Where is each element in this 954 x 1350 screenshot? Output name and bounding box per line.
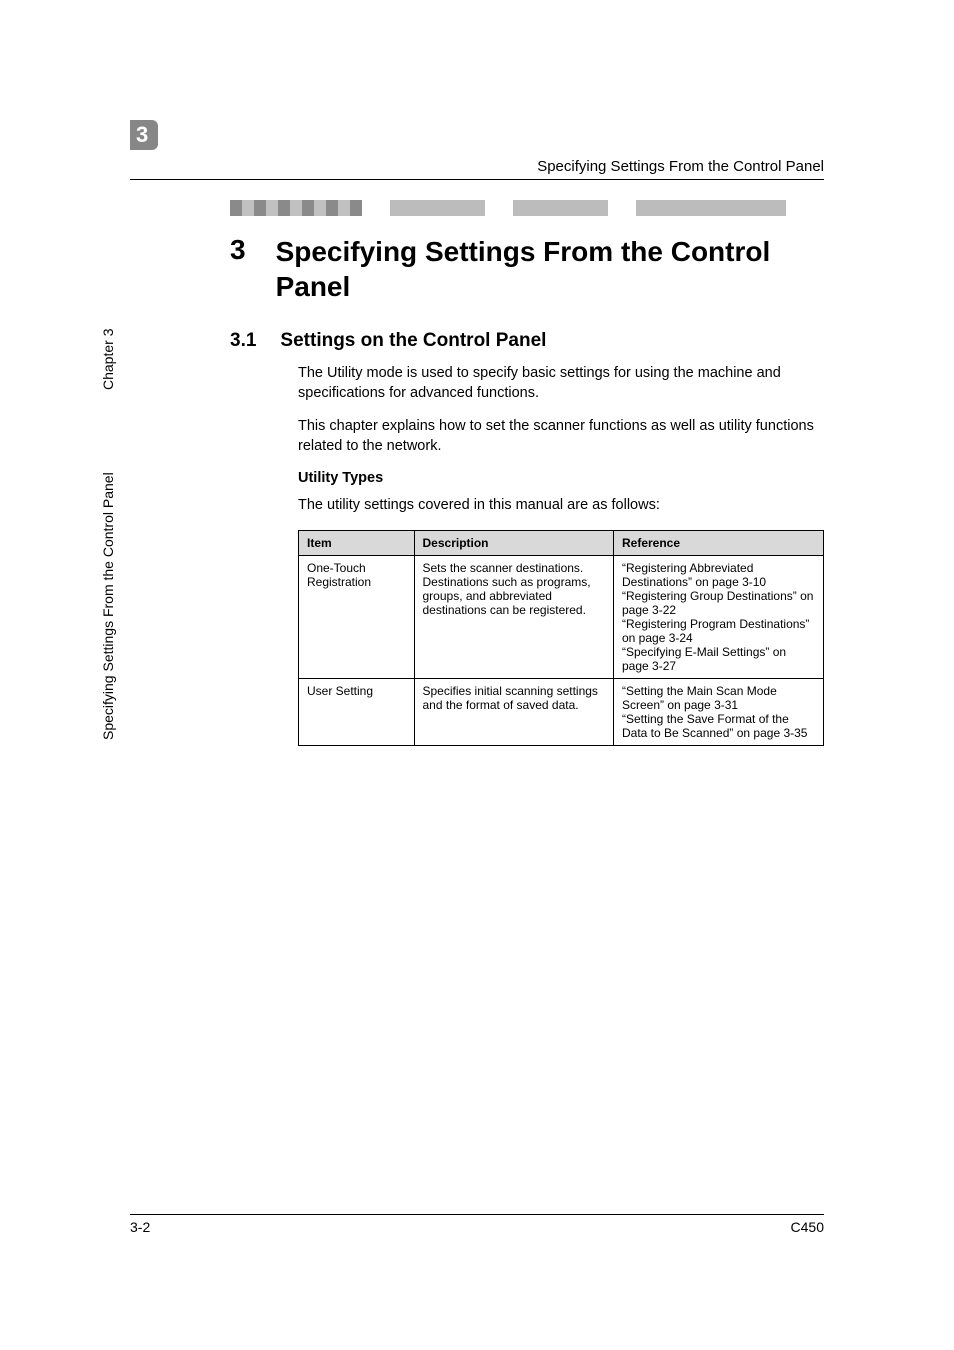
decorative-stripes: [230, 200, 824, 216]
section-title: Settings on the Control Panel: [280, 330, 546, 352]
page-number: 3-2: [130, 1219, 150, 1235]
model-number: C450: [791, 1219, 824, 1235]
table-row: One-Touch Registration Sets the scanner …: [299, 555, 824, 678]
subheading-utility-types: Utility Types: [298, 470, 824, 486]
paragraph: This chapter explains how to set the sca…: [298, 417, 824, 456]
chapter-badge: 3: [130, 120, 158, 150]
col-header-description: Description: [414, 530, 614, 555]
table-row: User Setting Specifies initial scanning …: [299, 678, 824, 745]
cell-desc: Sets the scanner destinations. Destinati…: [414, 555, 614, 678]
col-header-reference: Reference: [614, 530, 824, 555]
chapter-number: 3: [230, 234, 246, 266]
utility-types-table: Item Description Reference One-Touch Reg…: [298, 530, 824, 746]
col-header-item: Item: [299, 530, 415, 555]
paragraph: The utility settings covered in this man…: [298, 496, 824, 516]
table-header-row: Item Description Reference: [299, 530, 824, 555]
chapter-title: Specifying Settings From the Control Pan…: [276, 234, 824, 304]
sidebar-section-label: Specifying Settings From the Control Pan…: [100, 472, 116, 740]
running-header-title: Specifying Settings From the Control Pan…: [130, 158, 824, 180]
cell-ref: “Registering Abbreviated Destinations” o…: [614, 555, 824, 678]
cell-item: User Setting: [299, 678, 415, 745]
cell-item: One-Touch Registration: [299, 555, 415, 678]
sidebar-chapter-label: Chapter 3: [100, 329, 116, 390]
cell-ref: “Setting the Main Scan Mode Screen” on p…: [614, 678, 824, 745]
section-number: 3.1: [230, 330, 256, 352]
cell-desc: Specifies initial scanning settings and …: [414, 678, 614, 745]
paragraph: The Utility mode is used to specify basi…: [298, 364, 824, 403]
